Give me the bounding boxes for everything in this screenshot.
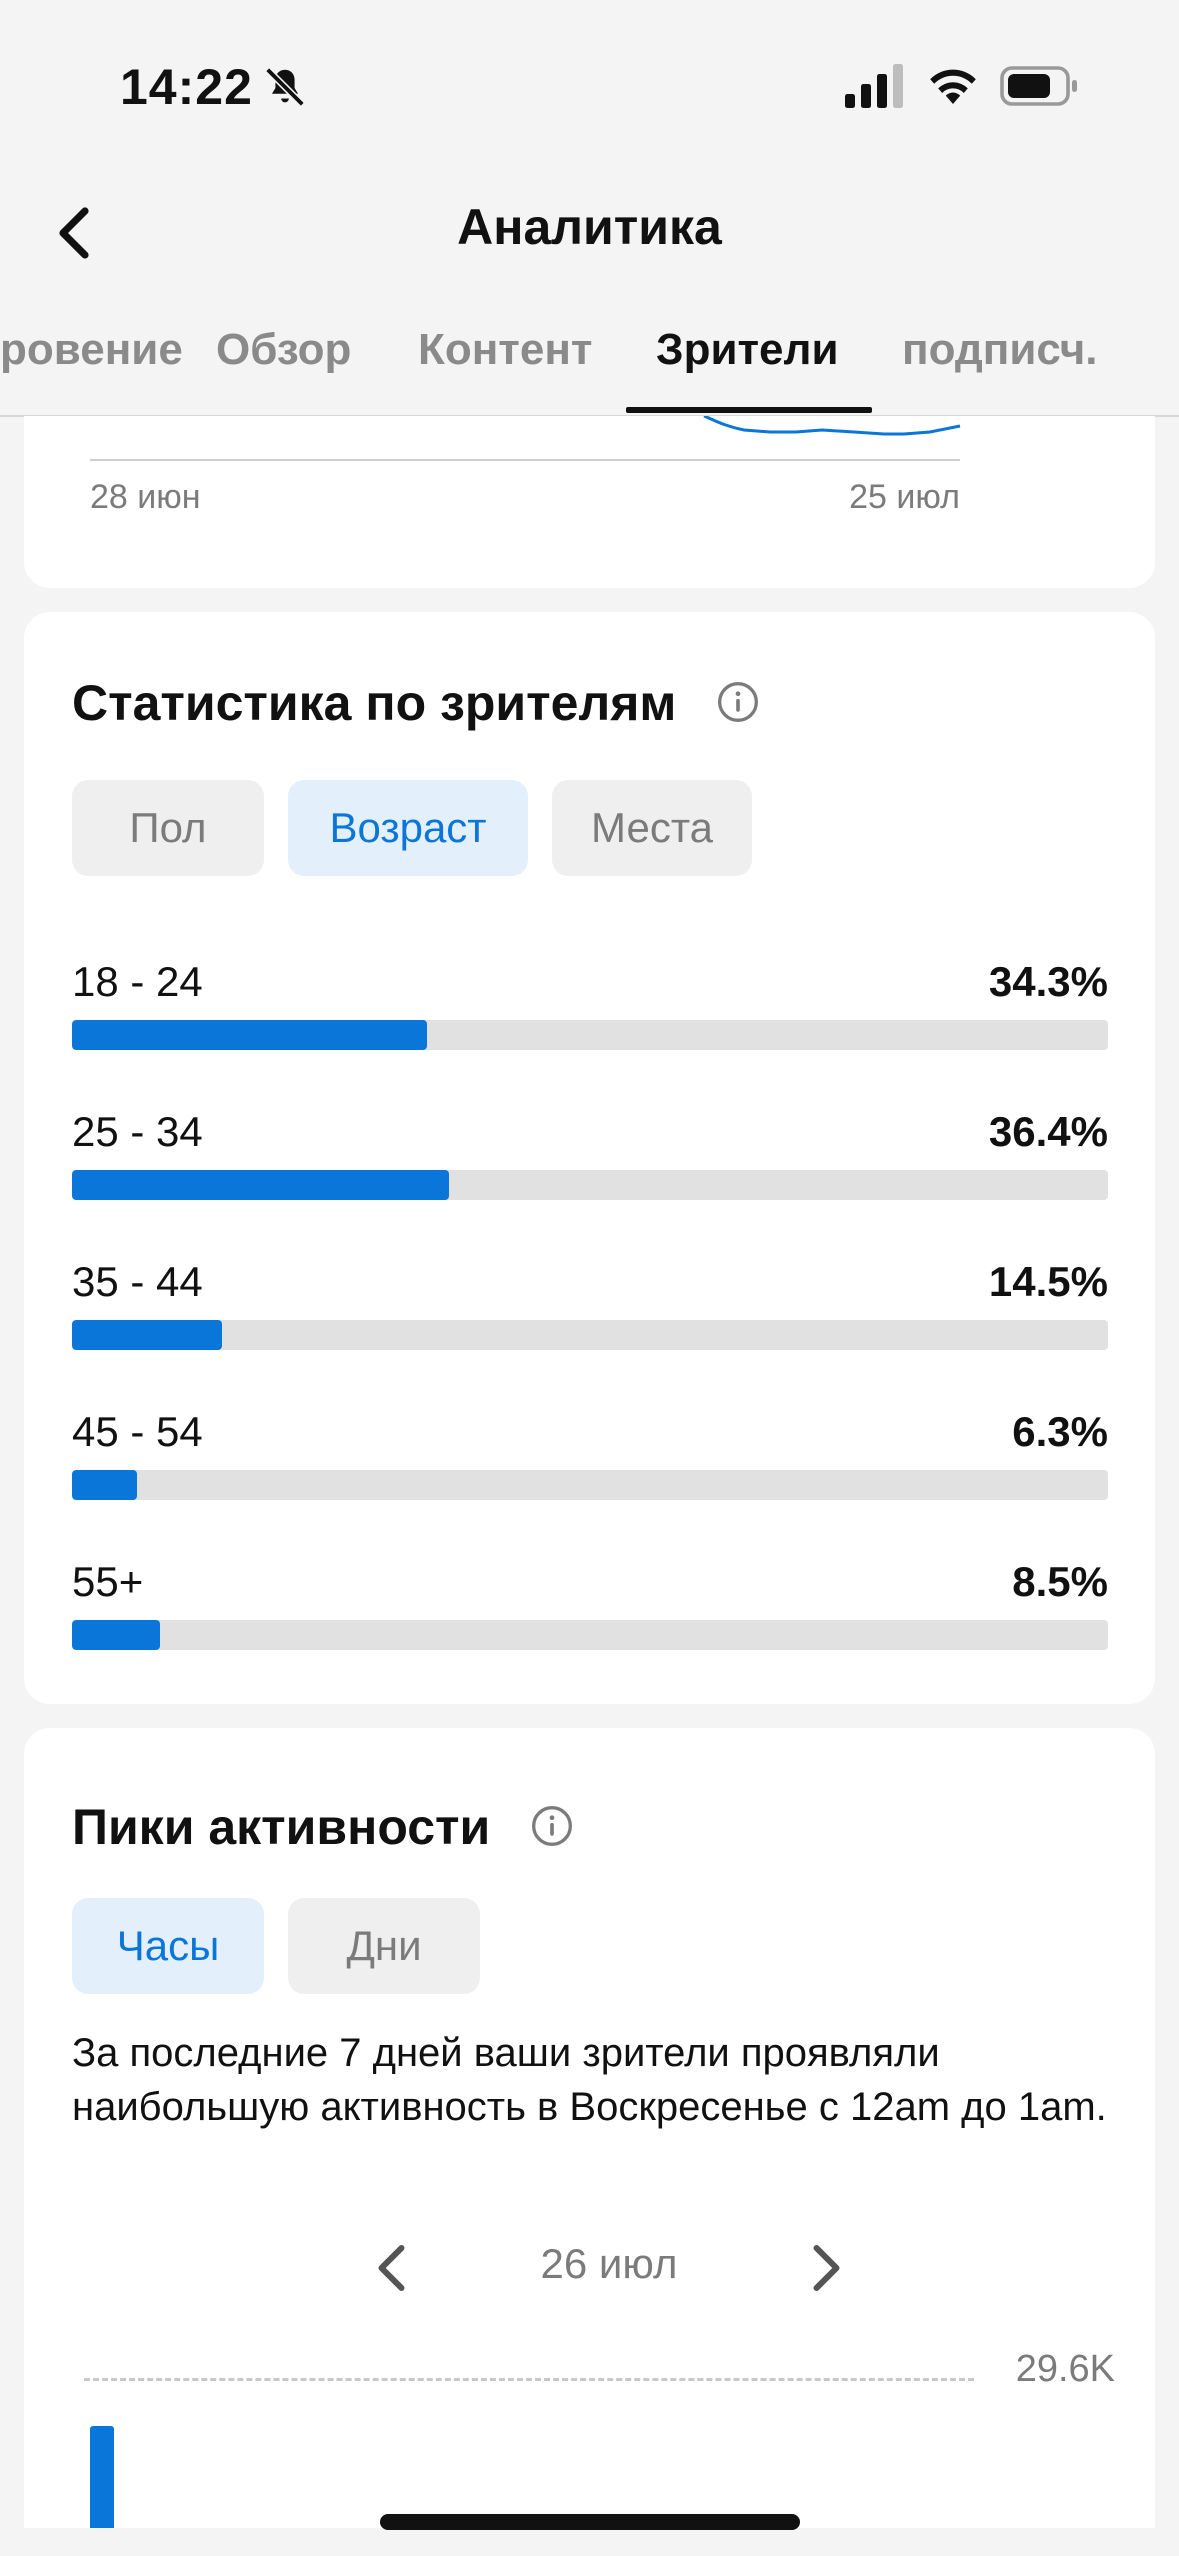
age-label: 18 - 24: [72, 958, 203, 1005]
tab-followers[interactable]: подписч.: [902, 325, 1098, 375]
tab-overview-partial[interactable]: ровение: [0, 325, 183, 375]
peak-hour-bar[interactable]: [90, 2426, 114, 2528]
date-navigator: 26 июл: [24, 2230, 1155, 2310]
age-bar-track: [72, 1470, 1108, 1500]
analytics-screen: 14:22 Аналитика ровение Обзор Контент Зр…: [0, 0, 1179, 2556]
age-percent: 34.3%: [988, 958, 1108, 1005]
status-time: 14:22: [120, 59, 253, 115]
current-date: 26 июл: [540, 2240, 678, 2287]
viewer-stats-title: Статистика по зрителям: [72, 675, 677, 731]
age-percent: 8.5%: [1012, 1558, 1108, 1605]
age-bar-fill: [72, 1620, 161, 1650]
tab-viewers[interactable]: Зрители: [656, 325, 839, 375]
cellular-signal-icon: [845, 64, 903, 108]
filter-gender-chip[interactable]: Пол: [72, 780, 264, 876]
age-percent: 6.3%: [1012, 1408, 1108, 1455]
filter-places-chip[interactable]: Места: [552, 780, 752, 876]
age-bar-fill: [72, 1020, 428, 1050]
status-bar: 14:22: [0, 0, 1179, 160]
home-indicator: [380, 2514, 800, 2530]
peaks-description: За последние 7 дней ваши зрители проявля…: [72, 2031, 1107, 2129]
bell-off-icon: [265, 67, 305, 107]
age-bar-fill: [72, 1470, 138, 1500]
views-chart-card: 28 июн 25 июл: [24, 416, 1155, 588]
age-bar-track: [72, 1620, 1108, 1650]
age-bar-track: [72, 1320, 1108, 1350]
age-label: 25 - 34: [72, 1108, 203, 1155]
chart-x-start-label: 28 июн: [90, 478, 201, 516]
info-icon[interactable]: [530, 1804, 574, 1848]
info-icon[interactable]: [716, 680, 760, 724]
age-bar-fill: [72, 1320, 223, 1350]
age-label: 55+: [72, 1558, 144, 1605]
tab-content[interactable]: Контент: [418, 325, 592, 375]
age-label: 45 - 54: [72, 1408, 203, 1455]
header: Аналитика: [0, 160, 1179, 300]
wifi-icon: [930, 69, 976, 104]
viewer-stats-card: Статистика по зрителям Пол Возраст Места…: [24, 612, 1155, 1704]
peak-max-line: [84, 2378, 974, 2381]
age-percent: 36.4%: [988, 1108, 1108, 1155]
age-percent: 14.5%: [988, 1258, 1108, 1305]
analytics-tabs: ровение Обзор Контент Зрители подписч.: [0, 300, 1179, 417]
age-row: 25 - 34 36.4%: [72, 1108, 1108, 1218]
filter-hours-chip[interactable]: Часы: [72, 1898, 264, 1994]
age-bar-fill: [72, 1170, 450, 1200]
activity-peaks-card: Пики активности Часы Дни За последние 7 …: [24, 1728, 1155, 2528]
tab-overview[interactable]: Обзор: [216, 325, 351, 375]
age-bar-track: [72, 1170, 1108, 1200]
active-tab-indicator: [626, 407, 872, 413]
page-title: Аналитика: [457, 199, 722, 255]
battery-icon: [1000, 66, 1077, 106]
chevron-left-icon[interactable]: [364, 2238, 424, 2298]
age-row: 35 - 44 14.5%: [72, 1258, 1108, 1368]
chevron-right-icon[interactable]: [794, 2238, 854, 2298]
filter-age-chip[interactable]: Возраст: [288, 780, 528, 876]
peak-max-label: 29.6K: [1015, 2348, 1115, 2390]
peaks-title: Пики активности: [72, 1799, 491, 1855]
age-row: 45 - 54 6.3%: [72, 1408, 1108, 1518]
age-row: 18 - 24 34.3%: [72, 958, 1108, 1068]
age-row: 55+ 8.5%: [72, 1558, 1108, 1668]
chart-x-end-label: 25 июл: [849, 478, 960, 516]
age-bar-track: [72, 1020, 1108, 1050]
filter-days-chip[interactable]: Дни: [288, 1898, 480, 1994]
age-label: 35 - 44: [72, 1258, 203, 1305]
